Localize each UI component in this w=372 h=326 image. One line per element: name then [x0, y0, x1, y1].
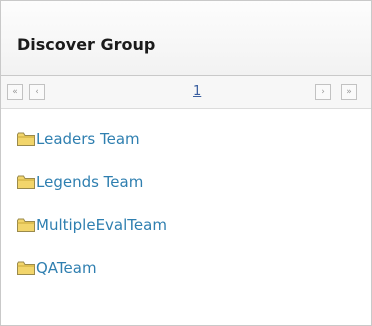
group-item[interactable]: Leaders Team	[17, 130, 167, 148]
panel-header: Discover Group	[1, 1, 371, 76]
page-number-link[interactable]: 1	[193, 84, 201, 99]
group-item-label[interactable]: Leaders Team	[36, 130, 140, 148]
folder-icon	[17, 261, 35, 275]
discover-group-panel: Discover Group « ‹ 1 › » Leaders Team Le…	[0, 0, 372, 326]
group-item[interactable]: QATeam	[17, 259, 167, 277]
folder-icon	[17, 175, 35, 189]
last-page-button[interactable]: »	[341, 84, 357, 100]
group-item-label[interactable]: MultipleEvalTeam	[36, 216, 167, 234]
group-item[interactable]: Legends Team	[17, 173, 167, 191]
next-page-button[interactable]: ›	[315, 84, 331, 100]
first-page-button[interactable]: «	[7, 84, 23, 100]
group-item-label[interactable]: Legends Team	[36, 173, 143, 191]
prev-page-button[interactable]: ‹	[29, 84, 45, 100]
group-list: Leaders Team Legends Team MultipleEvalTe…	[17, 130, 167, 302]
group-item-label[interactable]: QATeam	[36, 259, 97, 277]
folder-icon	[17, 132, 35, 146]
pager: « ‹ 1 › »	[1, 76, 371, 109]
panel-title: Discover Group	[17, 35, 156, 54]
folder-icon	[17, 218, 35, 232]
group-item[interactable]: MultipleEvalTeam	[17, 216, 167, 234]
